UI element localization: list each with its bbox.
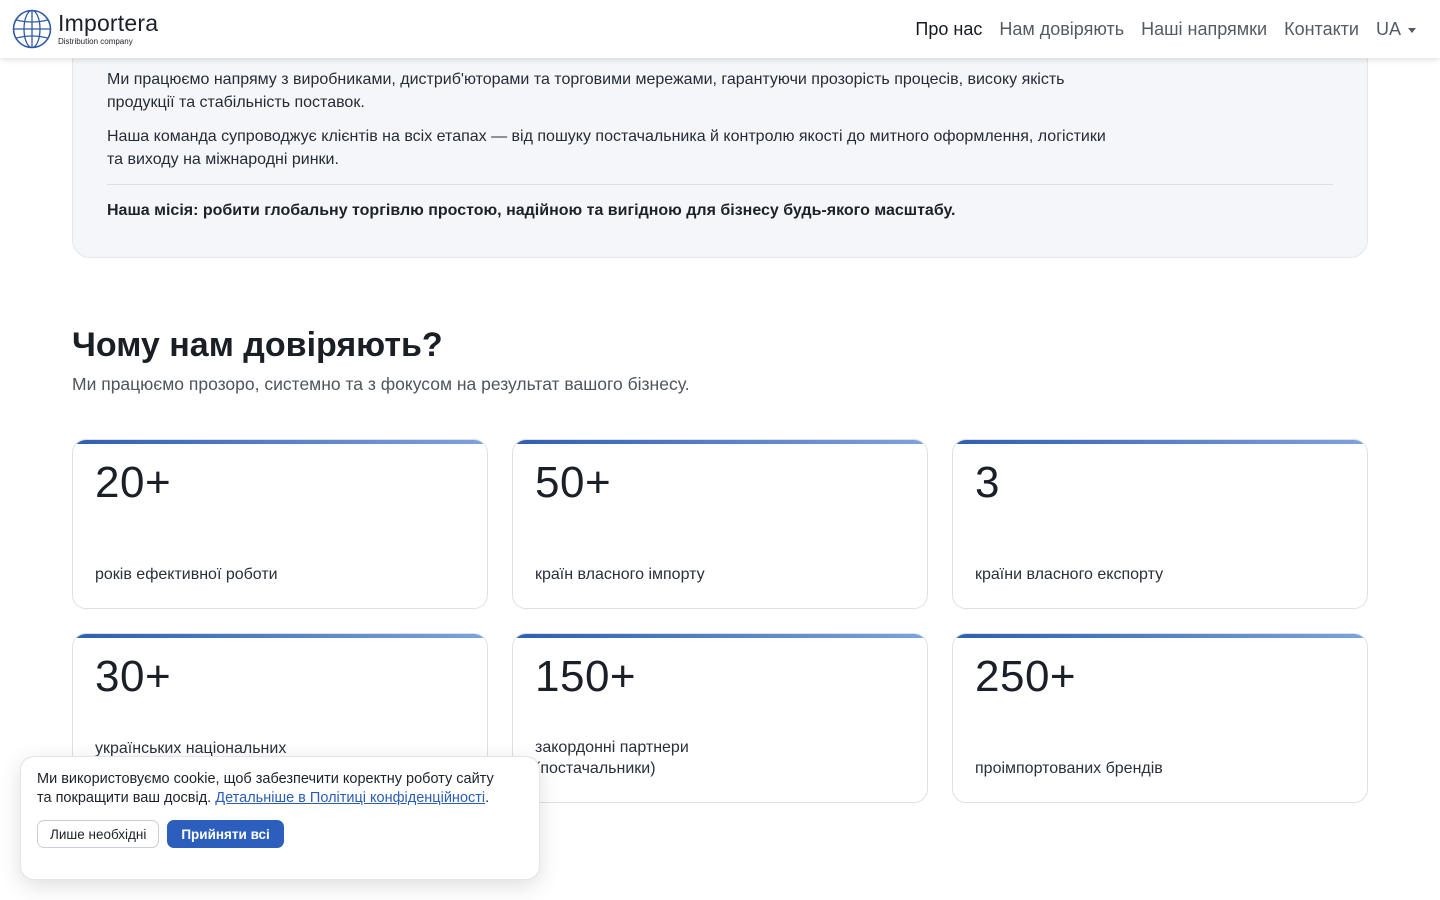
cookie-banner: Ми використовуємо cookie, щоб забезпечит…	[20, 756, 540, 880]
stat-card-export-countries: 3 країни власного експорту	[952, 439, 1368, 609]
chevron-down-icon	[1408, 27, 1416, 33]
mission-statement: Наша місія: робити глобальну торгівлю пр…	[107, 202, 956, 219]
stat-card-accent-bar	[953, 634, 1367, 638]
about-card: Ми працюємо напряму з виробниками, дистр…	[72, 30, 1368, 258]
divider	[107, 184, 1333, 185]
cookie-text: Ми використовуємо cookie, щоб забезпечит…	[37, 770, 507, 808]
globe-icon	[12, 9, 52, 49]
stat-label: країн власного імпорту	[535, 566, 705, 583]
cookie-actions: Лише необхідні Прийняти всі	[37, 820, 523, 848]
privacy-policy-link[interactable]: Детальніше в Політиці конфіденційності	[215, 790, 485, 806]
brand-tagline: Distribution company	[58, 37, 133, 46]
navbar: Importera Distribution company Про нас Н…	[0, 0, 1440, 58]
necessary-only-button[interactable]: Лише необхідні	[37, 820, 160, 848]
nav-trust[interactable]: Нам довіряють	[999, 19, 1124, 40]
stat-card-years: 20+ років ефективної роботи	[72, 439, 488, 609]
cookie-message-end: .	[485, 790, 490, 806]
stat-card-import-countries: 50+ країн власного імпорту	[512, 439, 928, 609]
brand-text: Importera Distribution company	[58, 12, 158, 46]
stat-value: 250+	[975, 652, 1077, 701]
language-label: UA	[1375, 18, 1401, 39]
nav-contacts[interactable]: Контакти	[1284, 19, 1359, 40]
stat-value: 150+	[535, 652, 637, 701]
accept-all-button[interactable]: Прийняти всі	[167, 820, 284, 848]
stat-card-accent-bar	[73, 440, 487, 444]
stat-label: країни власного експорту	[975, 566, 1164, 583]
section-title: Чому нам довіряють?	[72, 326, 443, 364]
stat-card-accent-bar	[513, 440, 927, 444]
stat-card-brands: 250+ проімпортованих брендів	[952, 633, 1368, 803]
stat-value: 20+	[95, 458, 172, 507]
nav-directions[interactable]: Наші напрямки	[1141, 19, 1267, 40]
section-subtitle: Ми працюємо прозоро, системно та з фокус…	[72, 374, 690, 394]
stat-card-partners: 150+ закордонні партнери (постачальники)	[512, 633, 928, 803]
stat-card-accent-bar	[73, 634, 487, 638]
brand-name: Importera	[58, 10, 159, 36]
stat-value: 50+	[535, 458, 612, 507]
stat-label: років ефективної роботи	[95, 566, 278, 583]
stat-label: закордонні партнери (постачальники)	[535, 739, 689, 777]
stat-card-accent-bar	[953, 440, 1367, 444]
brand-logo[interactable]: Importera Distribution company	[12, 9, 158, 49]
stat-card-accent-bar	[513, 634, 927, 638]
nav-about[interactable]: Про нас	[915, 19, 982, 40]
about-paragraph-1: Ми працюємо напряму з виробниками, дистр…	[107, 71, 1065, 111]
stat-label: проімпортованих брендів	[975, 760, 1163, 777]
language-dropdown[interactable]: UA	[1376, 19, 1416, 40]
stat-value: 30+	[95, 652, 172, 701]
about-paragraph-2: Наша команда супроводжує клієнтів на всі…	[107, 128, 1106, 168]
stat-value: 3	[975, 458, 1000, 507]
main-nav: Про нас Нам довіряють Наші напрямки Конт…	[915, 19, 1416, 40]
